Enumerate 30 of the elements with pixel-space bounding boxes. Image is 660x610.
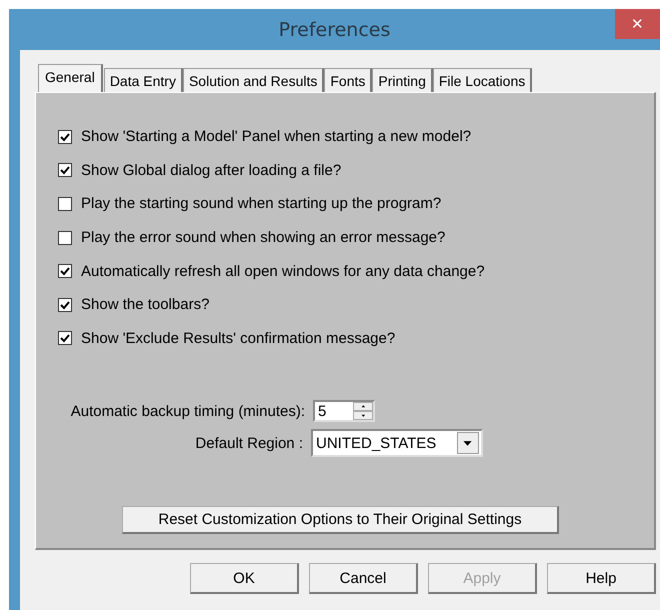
tab[interactable]: File Locations [432, 68, 532, 92]
close-button[interactable]: ✕ [615, 9, 660, 39]
checkbox-label: Play the error sound when showing an error message? [81, 229, 446, 246]
dialog-button[interactable]: OK [190, 563, 299, 594]
dialog-button[interactable]: Help [547, 563, 656, 594]
checkbox[interactable] [58, 331, 72, 346]
region-dropdown[interactable]: UNITED_STATES [311, 429, 483, 458]
field-label: Default Region : [195, 434, 303, 452]
window-title: Preferences [278, 18, 390, 40]
checkbox[interactable] [58, 230, 72, 245]
checkbox[interactable] [58, 298, 72, 312]
checkbox[interactable] [58, 196, 72, 211]
dialog-button[interactable]: Cancel [309, 563, 418, 594]
checkbox-label: Play the starting sound when starting up the program? [81, 195, 442, 212]
tab[interactable]: Solution and Results [182, 68, 324, 92]
reset-button[interactable]: Reset Customization Options to Their Original Settings [122, 506, 559, 534]
spin-field[interactable]: 5 [313, 400, 375, 422]
checkbox-label: Show 'Starting a Model' Panel when starting a new model? [81, 128, 472, 146]
tab[interactable]: Printing [372, 68, 433, 92]
checkbox-label: Show Global dialog after loading a file? [81, 162, 342, 179]
checkbox-label: Show the toolbars? [81, 296, 210, 314]
tab[interactable]: Data Entry [104, 68, 183, 92]
checkbox[interactable] [58, 163, 72, 178]
field-label: Automatic backup timing (minutes): [70, 402, 305, 420]
checkbox[interactable] [58, 130, 72, 144]
checkbox[interactable] [58, 264, 72, 278]
tab[interactable]: Fonts [324, 68, 372, 92]
tab[interactable]: General [38, 64, 103, 92]
checkbox-label: Show 'Exclude Results' confirmation message? [81, 330, 396, 347]
checkbox-label: Automatically refresh all open windows for any data change? [81, 262, 485, 280]
